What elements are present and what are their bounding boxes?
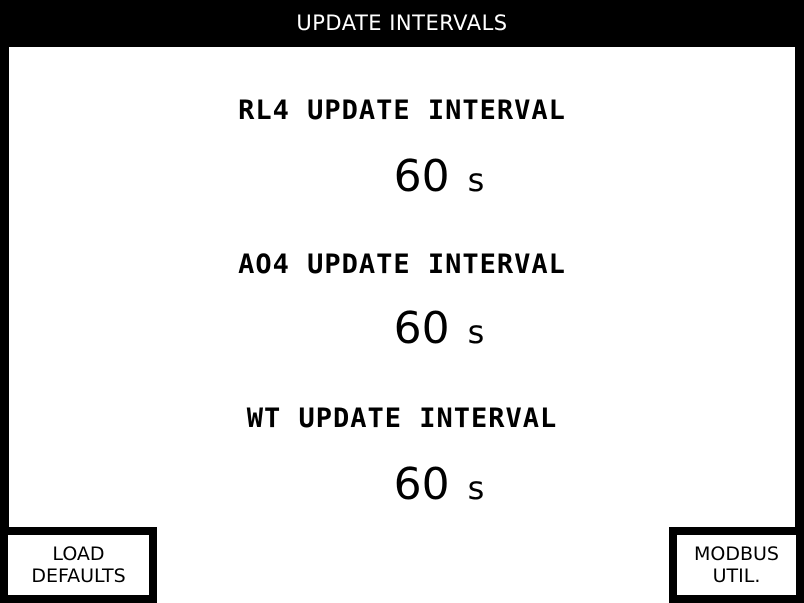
wt-interval-number: 60 xyxy=(393,459,450,510)
modbus-util-button[interactable]: MODBUS UTIL. xyxy=(669,527,804,603)
modbus-util-line2: UTIL. xyxy=(712,565,761,587)
bottom-strip xyxy=(157,527,669,603)
rl4-interval-number: 60 xyxy=(393,151,450,202)
screen-title: UPDATE INTERVALS xyxy=(0,0,804,47)
load-defaults-button[interactable]: LOAD DEFAULTS xyxy=(0,527,157,603)
rl4-interval-label: RL4 UPDATE INTERVAL xyxy=(238,95,566,126)
modbus-util-line1: MODBUS xyxy=(694,543,779,565)
ao4-interval-number: 60 xyxy=(393,303,450,354)
ao4-interval-value[interactable]: 60 s xyxy=(0,303,804,354)
ao4-interval-unit: s xyxy=(467,313,485,351)
wt-interval-unit: s xyxy=(467,469,485,507)
wt-interval-value[interactable]: 60 s xyxy=(0,459,804,510)
wt-interval-label: WT UPDATE INTERVAL xyxy=(246,403,558,434)
rl4-interval-value[interactable]: 60 s xyxy=(0,151,804,202)
hmi-screen: UPDATE INTERVALS RL4 UPDATE INTERVAL 60 s… xyxy=(0,0,804,603)
load-defaults-line2: DEFAULTS xyxy=(31,565,126,587)
load-defaults-line1: LOAD xyxy=(52,543,105,565)
ao4-interval-label: AO4 UPDATE INTERVAL xyxy=(238,249,566,280)
rl4-interval-unit: s xyxy=(467,161,485,199)
